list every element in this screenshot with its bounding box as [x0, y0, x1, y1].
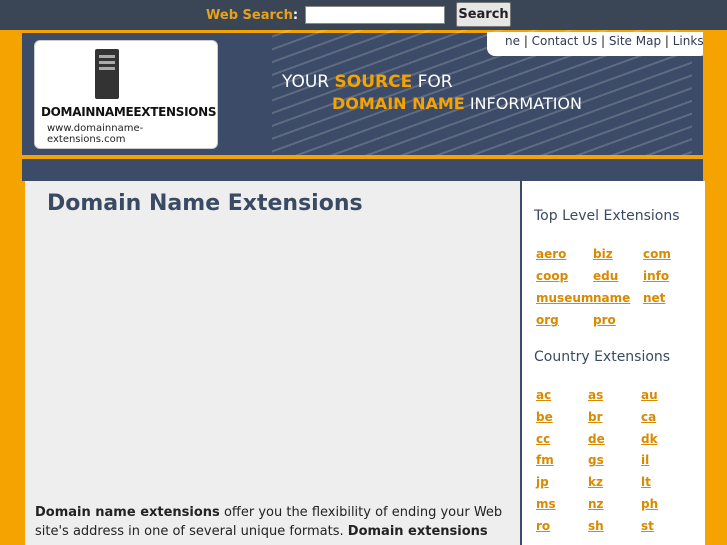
tld-link-name[interactable]: name: [593, 291, 630, 305]
tld-link-edu[interactable]: edu: [593, 269, 618, 283]
tld-link-net[interactable]: net: [643, 291, 665, 305]
link-home[interactable]: ne: [505, 34, 520, 48]
cc-link-ac[interactable]: ac: [536, 388, 551, 402]
cc-link-be[interactable]: be: [536, 410, 553, 424]
tagline-line1: YOUR SOURCE FOR: [282, 72, 453, 92]
country-heading: Country Extensions: [534, 349, 671, 365]
server-icon: [95, 49, 119, 99]
cc-link-cc[interactable]: cc: [536, 432, 550, 446]
site-header: DOMAINNAMEEXTENSIONS www.domainname-exte…: [22, 30, 703, 155]
cc-link-as[interactable]: as: [588, 388, 603, 402]
tld-link-org[interactable]: org: [536, 313, 559, 327]
logo-text: DOMAINNAMEEXTENSIONS: [41, 105, 217, 119]
cc-link-ro[interactable]: ro: [536, 519, 550, 533]
tagline-line2: DOMAIN NAME INFORMATION: [332, 94, 582, 113]
cc-link-dk[interactable]: dk: [641, 432, 658, 446]
cc-link-lt[interactable]: lt: [641, 475, 651, 489]
cc-link-fm[interactable]: fm: [536, 453, 554, 467]
tld-link-coop[interactable]: coop: [536, 269, 568, 283]
search-input[interactable]: [305, 6, 445, 24]
cc-link-de[interactable]: de: [588, 432, 605, 446]
cc-link-ca[interactable]: ca: [641, 410, 656, 424]
cc-link-sh[interactable]: sh: [588, 519, 604, 533]
cc-link-jp[interactable]: jp: [536, 475, 549, 489]
tld-link-aero[interactable]: aero: [536, 247, 566, 261]
sidebar: Top Level Extensions aero biz com coop edu in…: [520, 181, 705, 545]
page-title: Domain Name Extensions: [47, 191, 363, 216]
logo-url: www.domainname-extensions.com: [47, 123, 144, 145]
tld-link-pro[interactable]: pro: [593, 313, 616, 327]
tld-link-info[interactable]: info: [643, 269, 669, 283]
main-content: Domain Name Extensions Domain name exten…: [25, 181, 520, 545]
tld-link-biz[interactable]: biz: [593, 247, 613, 261]
link-site-map[interactable]: Site Map: [609, 34, 661, 48]
top-links: ne | Contact Us | Site Map | Links: [487, 32, 703, 56]
cc-link-gs[interactable]: gs: [588, 453, 604, 467]
cc-link-ph[interactable]: ph: [641, 497, 658, 511]
cc-link-kz[interactable]: kz: [588, 475, 603, 489]
cc-link-ms[interactable]: ms: [536, 497, 556, 511]
tld-heading: Top Level Extensions: [534, 208, 680, 224]
cc-link-br[interactable]: br: [588, 410, 603, 424]
tld-link-com[interactable]: com: [643, 247, 671, 261]
cc-link-il[interactable]: il: [641, 453, 649, 467]
cc-link-st[interactable]: st: [641, 519, 654, 533]
nav-band: [22, 159, 703, 181]
search-button[interactable]: Search: [456, 2, 511, 27]
site-logo[interactable]: DOMAINNAMEEXTENSIONS www.domainname-exte…: [34, 40, 218, 149]
link-links[interactable]: Links: [673, 34, 703, 48]
cc-link-nz[interactable]: nz: [588, 497, 604, 511]
link-contact-us[interactable]: Contact Us: [532, 34, 598, 48]
intro-paragraph: Domain name extensions offer you the fle…: [35, 505, 503, 539]
tld-link-museum[interactable]: museum: [536, 291, 593, 305]
cc-link-au[interactable]: au: [641, 388, 658, 402]
top-search-bar: Web Search: Search: [0, 0, 727, 30]
web-search-label: Web Search:: [206, 8, 299, 23]
